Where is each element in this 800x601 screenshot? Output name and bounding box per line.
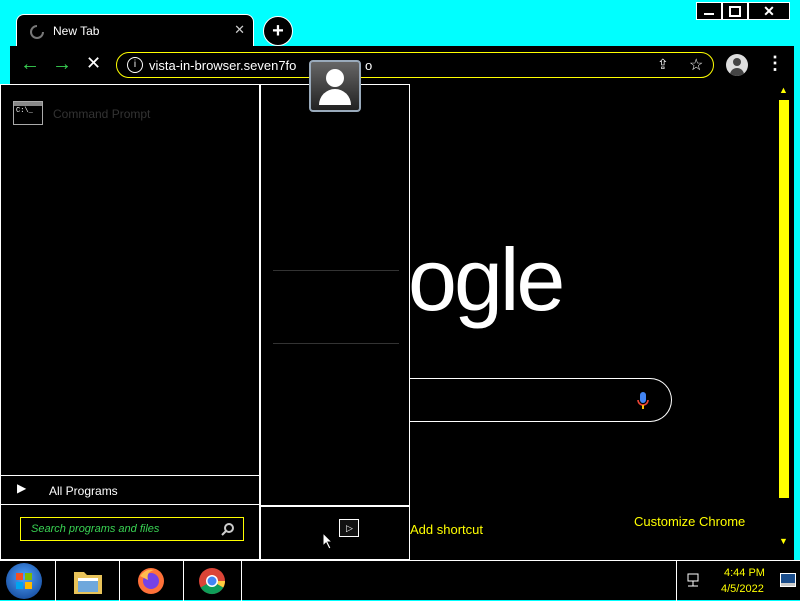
- new-tab-button[interactable]: +: [263, 16, 293, 46]
- command-prompt-icon: C:\_: [13, 101, 43, 125]
- scroll-up-icon[interactable]: ▲: [779, 85, 788, 95]
- all-programs-label: All Programs: [49, 484, 118, 498]
- add-shortcut-link[interactable]: Add shortcut: [410, 522, 483, 537]
- program-label: Command Prompt: [53, 107, 151, 121]
- page-scrollbar[interactable]: ▲ ▼: [776, 84, 792, 560]
- back-button[interactable]: ←: [20, 53, 40, 76]
- tab-title: New Tab: [53, 24, 100, 38]
- site-info-icon[interactable]: i: [127, 57, 143, 73]
- url-tail-text: o: [365, 58, 373, 73]
- user-silhouette-icon: [311, 69, 359, 105]
- url-text: vista-in-browser.seven7fo: [149, 58, 297, 73]
- close-window-button[interactable]: ✕: [748, 2, 790, 20]
- stop-button[interactable]: ✕: [86, 53, 101, 74]
- taskbar: 4:44 PM 4/5/2022: [0, 560, 800, 601]
- separator: [273, 270, 399, 271]
- chrome-icon: [199, 568, 226, 595]
- separator: [273, 343, 399, 344]
- all-programs-button[interactable]: ▶ All Programs: [1, 475, 259, 505]
- menu-kebab-icon[interactable]: ⋮: [766, 53, 784, 74]
- google-search-box[interactable]: [410, 378, 672, 422]
- bookmark-star-icon[interactable]: ☆: [689, 55, 703, 75]
- mouse-cursor-icon: [322, 532, 334, 550]
- taskbar-app-explorer[interactable]: [56, 561, 120, 601]
- file-explorer-icon: [74, 572, 102, 594]
- show-desktop-button[interactable]: [780, 573, 796, 587]
- scrollbar-thumb[interactable]: [779, 100, 789, 498]
- close-icon: ✕: [763, 2, 775, 19]
- minimize-button[interactable]: [696, 2, 722, 20]
- customize-chrome-button[interactable]: Customize Chrome: [634, 514, 745, 529]
- browser-tab[interactable]: New Tab ✕: [16, 14, 254, 48]
- start-menu-power-pane: ▷: [260, 506, 410, 560]
- play-arrow-icon: ▷: [346, 523, 353, 533]
- scroll-down-icon[interactable]: ▼: [779, 536, 788, 546]
- browser-toolbar: ← → ✕ i vista-in-browser.seven7fo o ⇪ ☆ …: [10, 46, 794, 84]
- start-search-box[interactable]: Search programs and files: [20, 517, 244, 541]
- search-placeholder: Search programs and files: [31, 523, 160, 535]
- firefox-icon: [138, 568, 164, 594]
- microphone-icon[interactable]: [636, 391, 650, 411]
- tab-close-icon[interactable]: ✕: [234, 22, 245, 38]
- taskbar-app-firefox[interactable]: [120, 561, 184, 601]
- search-icon[interactable]: [221, 522, 235, 536]
- maximize-button[interactable]: [722, 2, 748, 20]
- shutdown-options-button[interactable]: ▷: [339, 519, 359, 537]
- tray-divider: [676, 561, 677, 601]
- clock-time[interactable]: 4:44 PM: [724, 567, 765, 579]
- maximize-icon: [729, 5, 741, 17]
- desktop-icon: [781, 583, 795, 586]
- all-programs-arrow-icon: ▶: [17, 481, 27, 495]
- clock-date[interactable]: 4/5/2022: [721, 583, 764, 595]
- share-icon[interactable]: ⇪: [657, 56, 669, 73]
- loading-spinner-icon: [30, 25, 44, 39]
- forward-button[interactable]: →: [52, 53, 72, 76]
- start-menu-programs-pane: C:\_ Command Prompt ▶ All Programs Searc…: [0, 84, 260, 560]
- address-bar[interactable]: i vista-in-browser.seven7fo o ⇪ ☆: [116, 52, 714, 78]
- user-head-icon: [733, 58, 741, 66]
- plus-icon: +: [272, 20, 284, 42]
- user-picture[interactable]: [309, 60, 361, 112]
- google-logo-fragment: ogle: [408, 230, 565, 329]
- taskbar-divider: [0, 561, 56, 601]
- taskbar-app-chrome[interactable]: [184, 561, 242, 601]
- network-icon[interactable]: [686, 572, 702, 588]
- profile-avatar[interactable]: [726, 54, 748, 76]
- minimize-icon: [704, 13, 714, 15]
- start-menu-places-pane: [260, 84, 410, 506]
- program-item-command-prompt[interactable]: C:\_ Command Prompt: [13, 101, 253, 127]
